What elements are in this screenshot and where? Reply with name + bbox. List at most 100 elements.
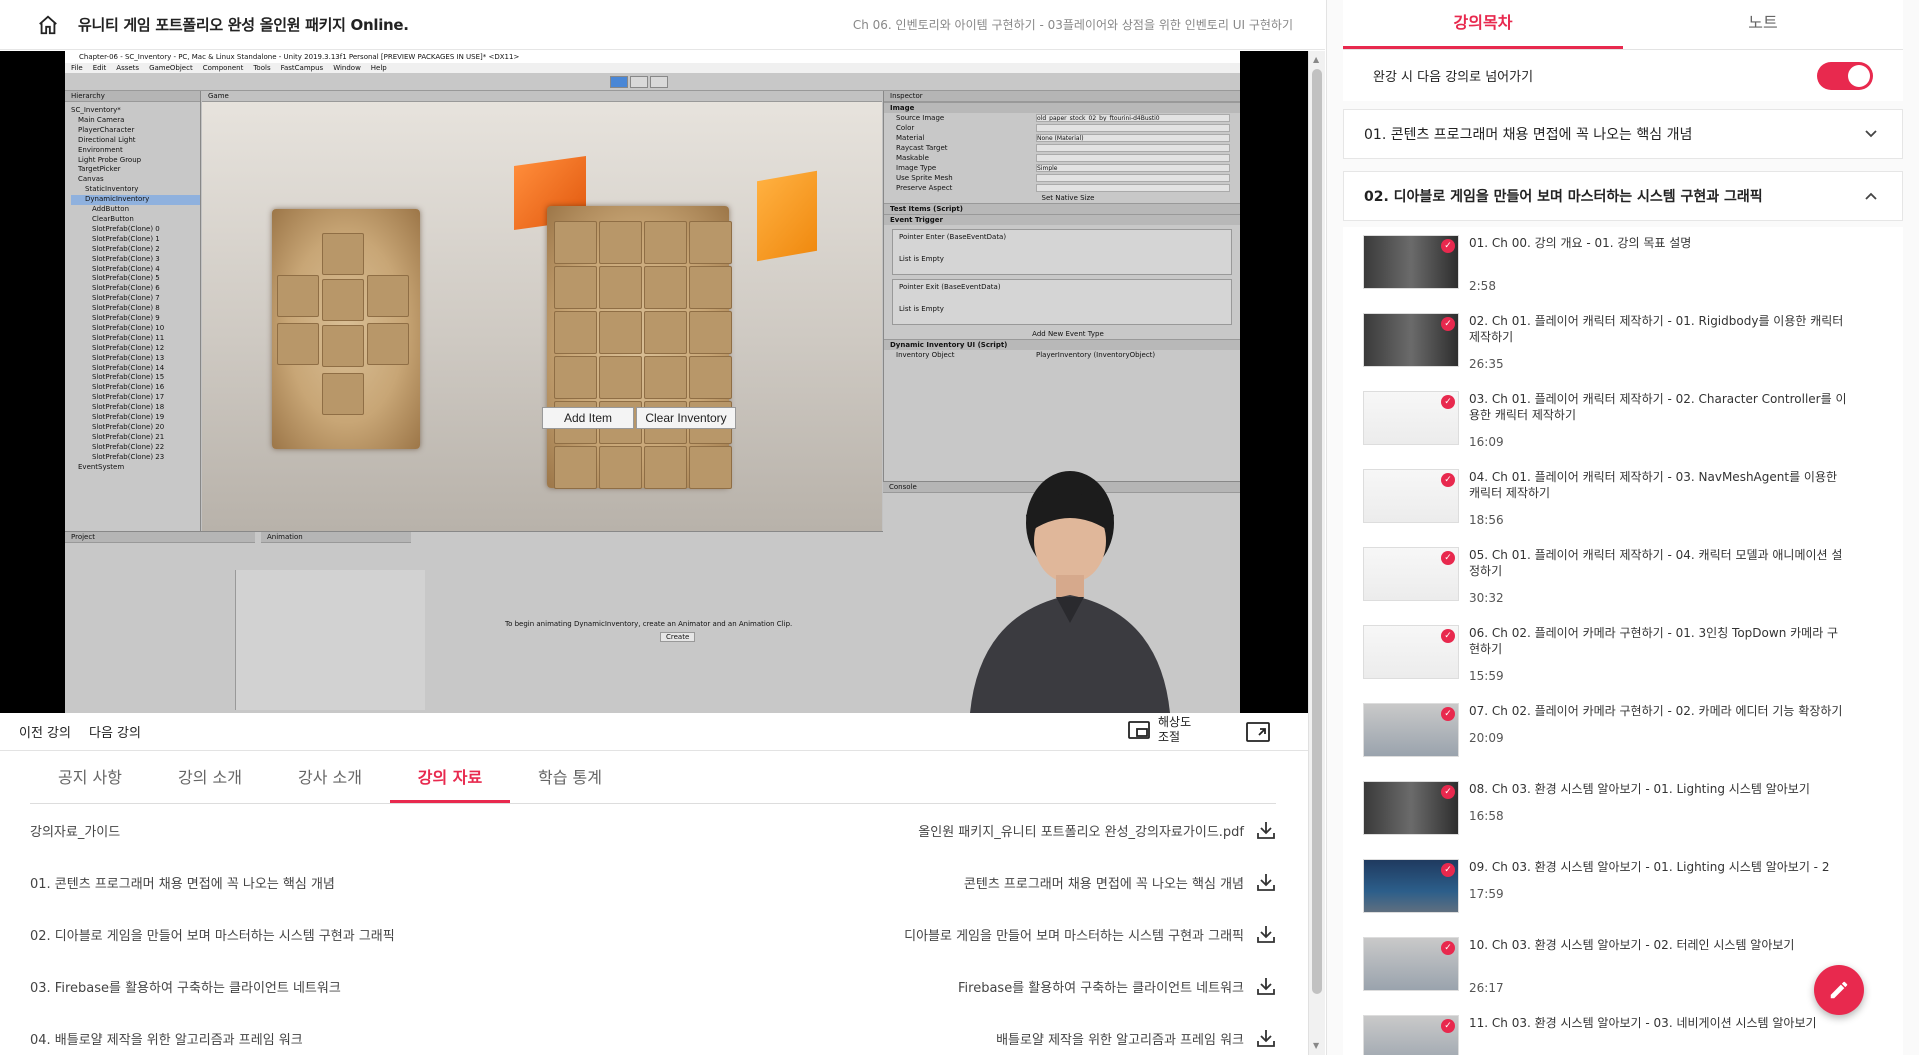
inspector-field-value: [1036, 174, 1230, 182]
material-download-link[interactable]: 콘텐츠 프로그래머 채용 면접에 꼭 나오는 핵심 개념: [964, 872, 1276, 892]
weapon-slot: [367, 323, 409, 365]
lecture-item[interactable]: ✓ 01. Ch 00. 강의 개요 - 01. 강의 목표 설명 2:58: [1343, 227, 1903, 305]
lecture-title: 04. Ch 01. 플레이어 캐릭터 제작하기 - 03. NavMeshAg…: [1469, 470, 1838, 500]
lecture-item[interactable]: ✓ 05. Ch 01. 플레이어 캐릭터 제작하기 - 04. 캐릭터 모델과 …: [1343, 539, 1903, 617]
hierarchy-item: SlotPrefab(Clone) 10: [92, 323, 165, 332]
inspector-field-value: Simple: [1036, 164, 1230, 172]
inventory-slot: [554, 356, 597, 399]
note-write-button[interactable]: [1814, 965, 1864, 1015]
completed-check-icon: ✓: [1441, 707, 1455, 721]
inspector-field: Preserve Aspect: [884, 183, 1240, 193]
lecture-item[interactable]: ✓ 09. Ch 03. 환경 시스템 알아보기 - 01. Lighting 시…: [1343, 851, 1903, 929]
lecture-title: 10. Ch 03. 환경 시스템 알아보기 - 02. 터레인 시스템 알아보…: [1469, 938, 1795, 952]
inventory-slot: [689, 221, 732, 264]
scroll-up-icon[interactable]: ▲: [1313, 55, 1319, 64]
tab-notice[interactable]: 공지 사항: [30, 752, 150, 803]
inspector-field: Source Image old_paper_stock_02_by_ftouri…: [884, 113, 1240, 123]
completed-check-icon: ✓: [1441, 941, 1455, 955]
right-hand-slot: [367, 275, 409, 317]
unity-menu-bar: File Edit Assets GameObject Component Tools Fa…: [65, 63, 1240, 73]
material-download-link[interactable]: 배틀로얄 제작을 위한 알고리즘과 프레임 워크: [996, 1028, 1276, 1048]
hierarchy-item: SlotPrefab(Clone) 13: [92, 353, 165, 362]
lecture-item[interactable]: ✓ 06. Ch 02. 플레이어 카메라 구현하기 - 01. 3인칭 TopD…: [1343, 617, 1903, 695]
hierarchy-item: SlotPrefab(Clone) 16: [92, 383, 165, 392]
prev-lecture-button[interactable]: 이전 강의: [19, 722, 71, 741]
lecture-info: 05. Ch 01. 플레이어 캐릭터 제작하기 - 04. 캐릭터 모델과 애…: [1469, 547, 1849, 605]
material-row: 02. 디아블로 게임을 만들어 보며 마스터하는 시스템 구현과 그래픽 디아블…: [30, 908, 1276, 960]
tab-intro[interactable]: 강의 소개: [150, 752, 270, 803]
hierarchy-item: SlotPrefab(Clone) 18: [92, 403, 165, 412]
lecture-item[interactable]: ✓ 03. Ch 01. 플레이어 캐릭터 제작하기 - 02. Characte…: [1343, 383, 1903, 461]
pointer-enter-empty: List is Empty: [899, 255, 944, 263]
home-button[interactable]: [30, 7, 66, 43]
lecture-item[interactable]: ✓ 07. Ch 02. 플레이어 카메라 구현하기 - 02. 카메라 에디터 …: [1343, 695, 1903, 773]
tab-stats[interactable]: 학습 통계: [510, 752, 630, 803]
lecture-info: 02. Ch 01. 플레이어 캐릭터 제작하기 - 01. Rigidbody…: [1469, 313, 1849, 371]
material-download-link[interactable]: 디아블로 게임을 만들어 보며 마스터하는 시스템 구현과 그래픽: [904, 924, 1276, 944]
resolution-button[interactable]: 해상도 조절: [1128, 715, 1194, 745]
tab-materials[interactable]: 강의 자료: [390, 752, 510, 803]
add-item-button: Add Item: [542, 407, 634, 429]
tab-curriculum[interactable]: 강의목차: [1343, 0, 1623, 49]
video-player[interactable]: Chapter-06 - SC_Inventory - PC, Mac & Li…: [0, 51, 1308, 713]
lecture-duration: 2:58: [1469, 279, 1496, 293]
boots-slot: [322, 373, 364, 415]
inspector-field-label: Source Image: [896, 114, 945, 122]
next-lecture-button[interactable]: 다음 강의: [89, 722, 141, 741]
chest-slot: [322, 279, 364, 321]
scroll-down-icon[interactable]: ▼: [1313, 1041, 1319, 1050]
inspector-field-value: [1036, 144, 1230, 152]
inventory-slot: [554, 221, 597, 264]
lecture-info: 11. Ch 03. 환경 시스템 알아보기 - 03. 네비게이션 시스템 알…: [1469, 1015, 1849, 1055]
lecture-thumbnail: ✓: [1363, 547, 1459, 601]
hierarchy-item: Main Camera: [78, 115, 125, 124]
lecture-list: ✓ 01. Ch 00. 강의 개요 - 01. 강의 목표 설명 2:58 ✓ 02.…: [1343, 227, 1903, 1055]
project-tab: Project: [65, 532, 255, 543]
material-file-name: 올인원 패키지_유니티 포트폴리오 완성_강의자료가이드.pdf: [918, 824, 1244, 840]
add-event-type: Add New Event Type: [884, 329, 1240, 339]
course-title: 유니티 게임 포트폴리오 완성 올인원 패키지 Online.: [78, 16, 409, 34]
download-icon: [1257, 822, 1275, 839]
lecture-item[interactable]: ✓ 11. Ch 03. 환경 시스템 알아보기 - 03. 네비게이션 시스템 …: [1343, 1007, 1903, 1055]
hierarchy-item: SC_Inventory*: [71, 106, 121, 114]
lecture-title: 11. Ch 03. 환경 시스템 알아보기 - 03. 네비게이션 시스템 알…: [1469, 1016, 1817, 1030]
lecture-item[interactable]: ✓ 04. Ch 01. 플레이어 캐릭터 제작하기 - 03. NavMeshA…: [1343, 461, 1903, 539]
set-native-size: Set Native Size: [884, 193, 1240, 203]
main-scrollbar[interactable]: ▲ ▼: [1308, 51, 1325, 1055]
animation-tab: Animation: [261, 532, 411, 543]
unity-hierarchy-panel: Hierarchy SC_Inventory* Main Camera Player…: [65, 91, 201, 531]
hierarchy-item: SlotPrefab(Clone) 17: [92, 393, 165, 402]
section-header-01[interactable]: 01. 콘텐츠 프로그래머 채용 면접에 꼭 나오는 핵심 개념: [1343, 109, 1903, 159]
unity-window-title: Chapter-06 - SC_Inventory - PC, Mac & Li…: [65, 51, 1240, 63]
inventory-slot: [644, 311, 687, 354]
tab-instructor[interactable]: 강사 소개: [270, 752, 390, 803]
hierarchy-item: EventSystem: [78, 462, 125, 471]
pointer-exit-box: Pointer Exit (BaseEventData) List is Emp…: [892, 279, 1232, 325]
main-scroll-thumb[interactable]: [1312, 69, 1322, 994]
legs-slot: [322, 325, 364, 367]
autoplay-toggle[interactable]: [1817, 61, 1873, 90]
material-download-link[interactable]: 올인원 패키지_유니티 포트폴리오 완성_강의자료가이드.pdf: [918, 820, 1276, 840]
material-download-link[interactable]: Firebase를 활용하여 구축하는 클라이언트 네트워크: [958, 976, 1276, 996]
download-icon: [1257, 1030, 1275, 1047]
lecture-item[interactable]: ✓ 02. Ch 01. 플레이어 캐릭터 제작하기 - 01. Rigidbod…: [1343, 305, 1903, 383]
left-hand-slot: [277, 275, 319, 317]
fullscreen-button[interactable]: [1246, 722, 1270, 746]
hierarchy-item: StaticInventory: [85, 185, 139, 194]
home-icon: [39, 15, 57, 34]
lecture-title: 03. Ch 01. 플레이어 캐릭터 제작하기 - 02. Character…: [1469, 392, 1847, 422]
lecture-thumbnail: ✓: [1363, 781, 1459, 835]
inspector-field: Material None (Material): [884, 133, 1240, 143]
material-file-name: 배틀로얄 제작을 위한 알고리즘과 프레임 워크: [996, 1032, 1244, 1048]
material-title: 강의자료_가이드: [30, 824, 121, 840]
tab-notes[interactable]: 노트: [1623, 0, 1903, 49]
download-icon: [1257, 874, 1275, 891]
lecture-item[interactable]: ✓ 08. Ch 03. 환경 시스템 알아보기 - 01. Lighting 시…: [1343, 773, 1903, 851]
unity-menu-item: Assets: [116, 64, 140, 72]
hierarchy-item: SlotPrefab(Clone) 7: [92, 294, 160, 303]
materials-list: 강의자료_가이드 올인원 패키지_유니티 포트폴리오 완성_강의자료가이드.pdf…: [30, 804, 1276, 1055]
clear-inventory-button: Clear Inventory: [636, 407, 736, 429]
set-native-size-label: Set Native Size: [1041, 194, 1095, 202]
section-header-02[interactable]: 02. 디아블로 게임을 만들어 보며 마스터하는 시스템 구현과 그래픽: [1343, 171, 1903, 221]
helmet-slot: [322, 233, 364, 275]
